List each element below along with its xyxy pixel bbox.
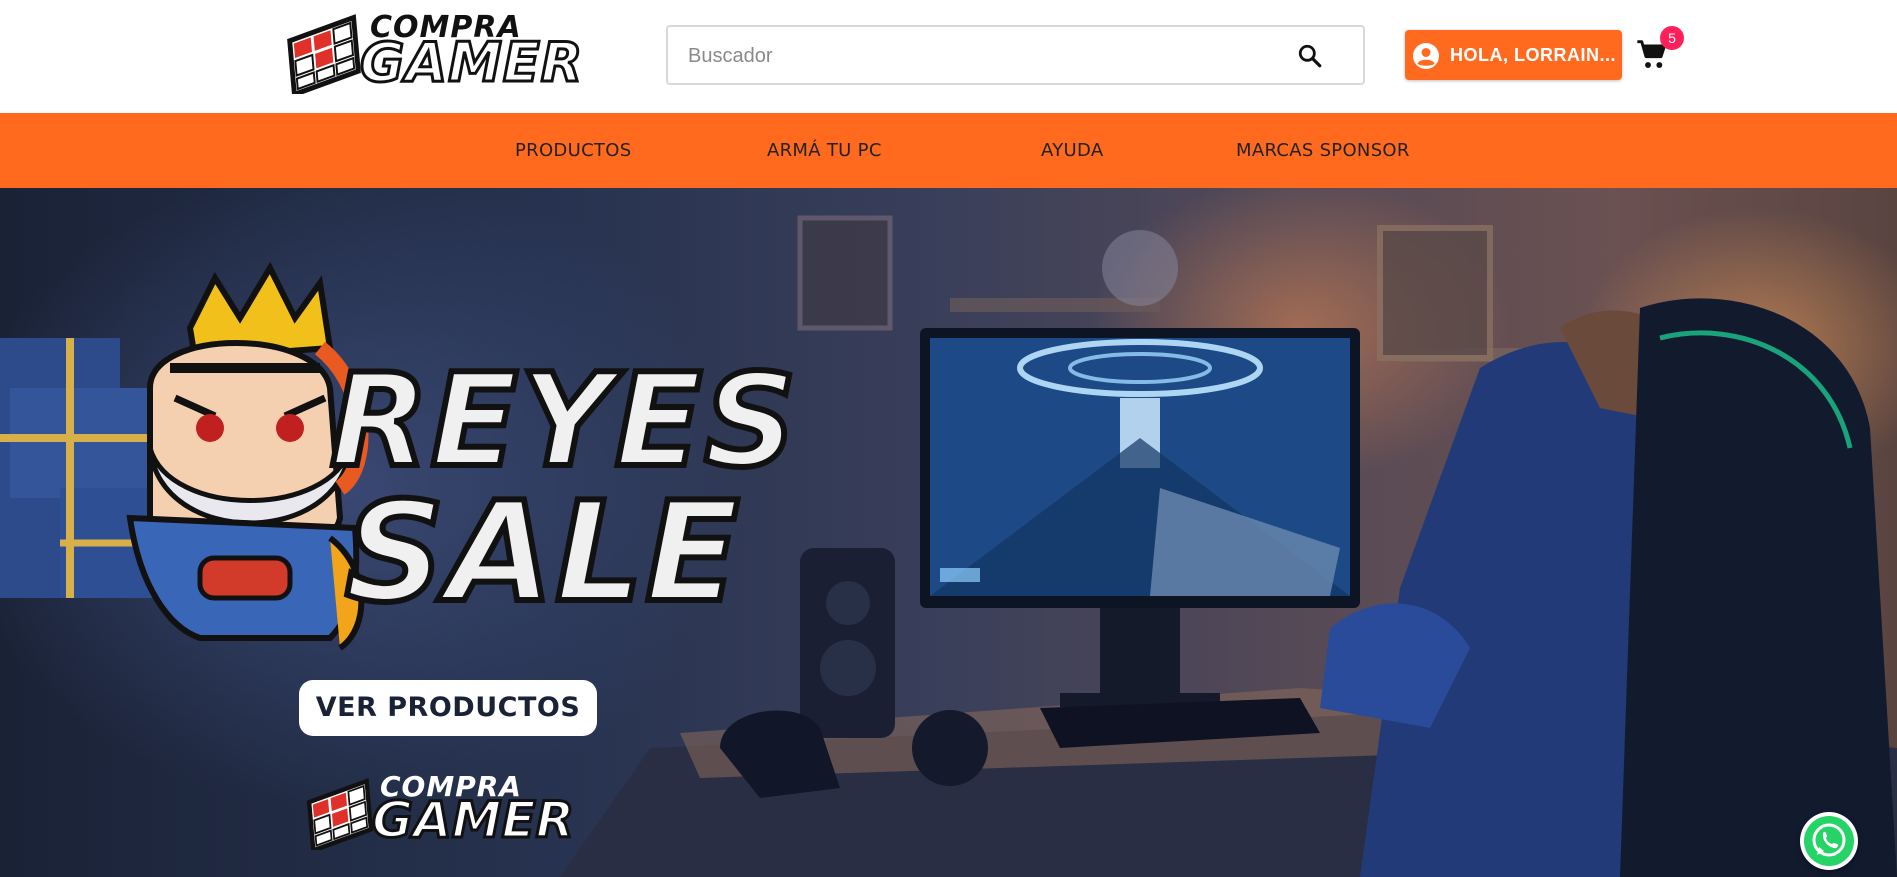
ver-productos-button[interactable]: VER PRODUCTOS: [299, 680, 597, 736]
logo-mark-icon: [287, 14, 361, 94]
nav-item-ayuda[interactable]: AYUDA: [1041, 140, 1103, 161]
search-bar: [666, 25, 1365, 85]
hero-logo: COMPRA GAMER: [302, 770, 602, 865]
user-icon: [1413, 43, 1439, 69]
search-input[interactable]: [686, 27, 1290, 85]
header: COMPRA GAMER HOLA, LORRAIN... 5: [0, 0, 1897, 113]
whatsapp-icon: [1804, 816, 1854, 866]
whatsapp-button[interactable]: [1800, 812, 1858, 870]
nav-item-marcas-sponsor[interactable]: MARCAS SPONSOR: [1236, 140, 1410, 161]
search-icon[interactable]: [1297, 43, 1323, 69]
hero-background-illustration: [0, 215, 1897, 877]
site-logo[interactable]: COMPRA GAMER: [282, 8, 592, 96]
cart-count-badge: 5: [1660, 26, 1684, 50]
hero-logo-text-bottom: GAMER: [370, 791, 575, 849]
hero-banner[interactable]: REYES SALE VER PRODUCTOS COMPRA GAMER: [0, 188, 1897, 877]
nav-item-productos[interactable]: PRODUCTOS: [515, 140, 631, 161]
main-nav: PRODUCTOS ARMÁ TU PC AYUDA MARCAS SPONSO…: [0, 113, 1897, 188]
user-account-button[interactable]: HOLA, LORRAIN...: [1405, 30, 1622, 80]
nav-item-arma-tu-pc[interactable]: ARMÁ TU PC: [767, 140, 882, 161]
logo-text-bottom: GAMER: [358, 31, 584, 94]
logo-mark-icon: [306, 778, 374, 850]
hero-title-line2: SALE: [342, 472, 742, 633]
user-greeting: HOLA, LORRAIN...: [1450, 45, 1616, 65]
hero-title-line1: REYES: [327, 347, 799, 496]
